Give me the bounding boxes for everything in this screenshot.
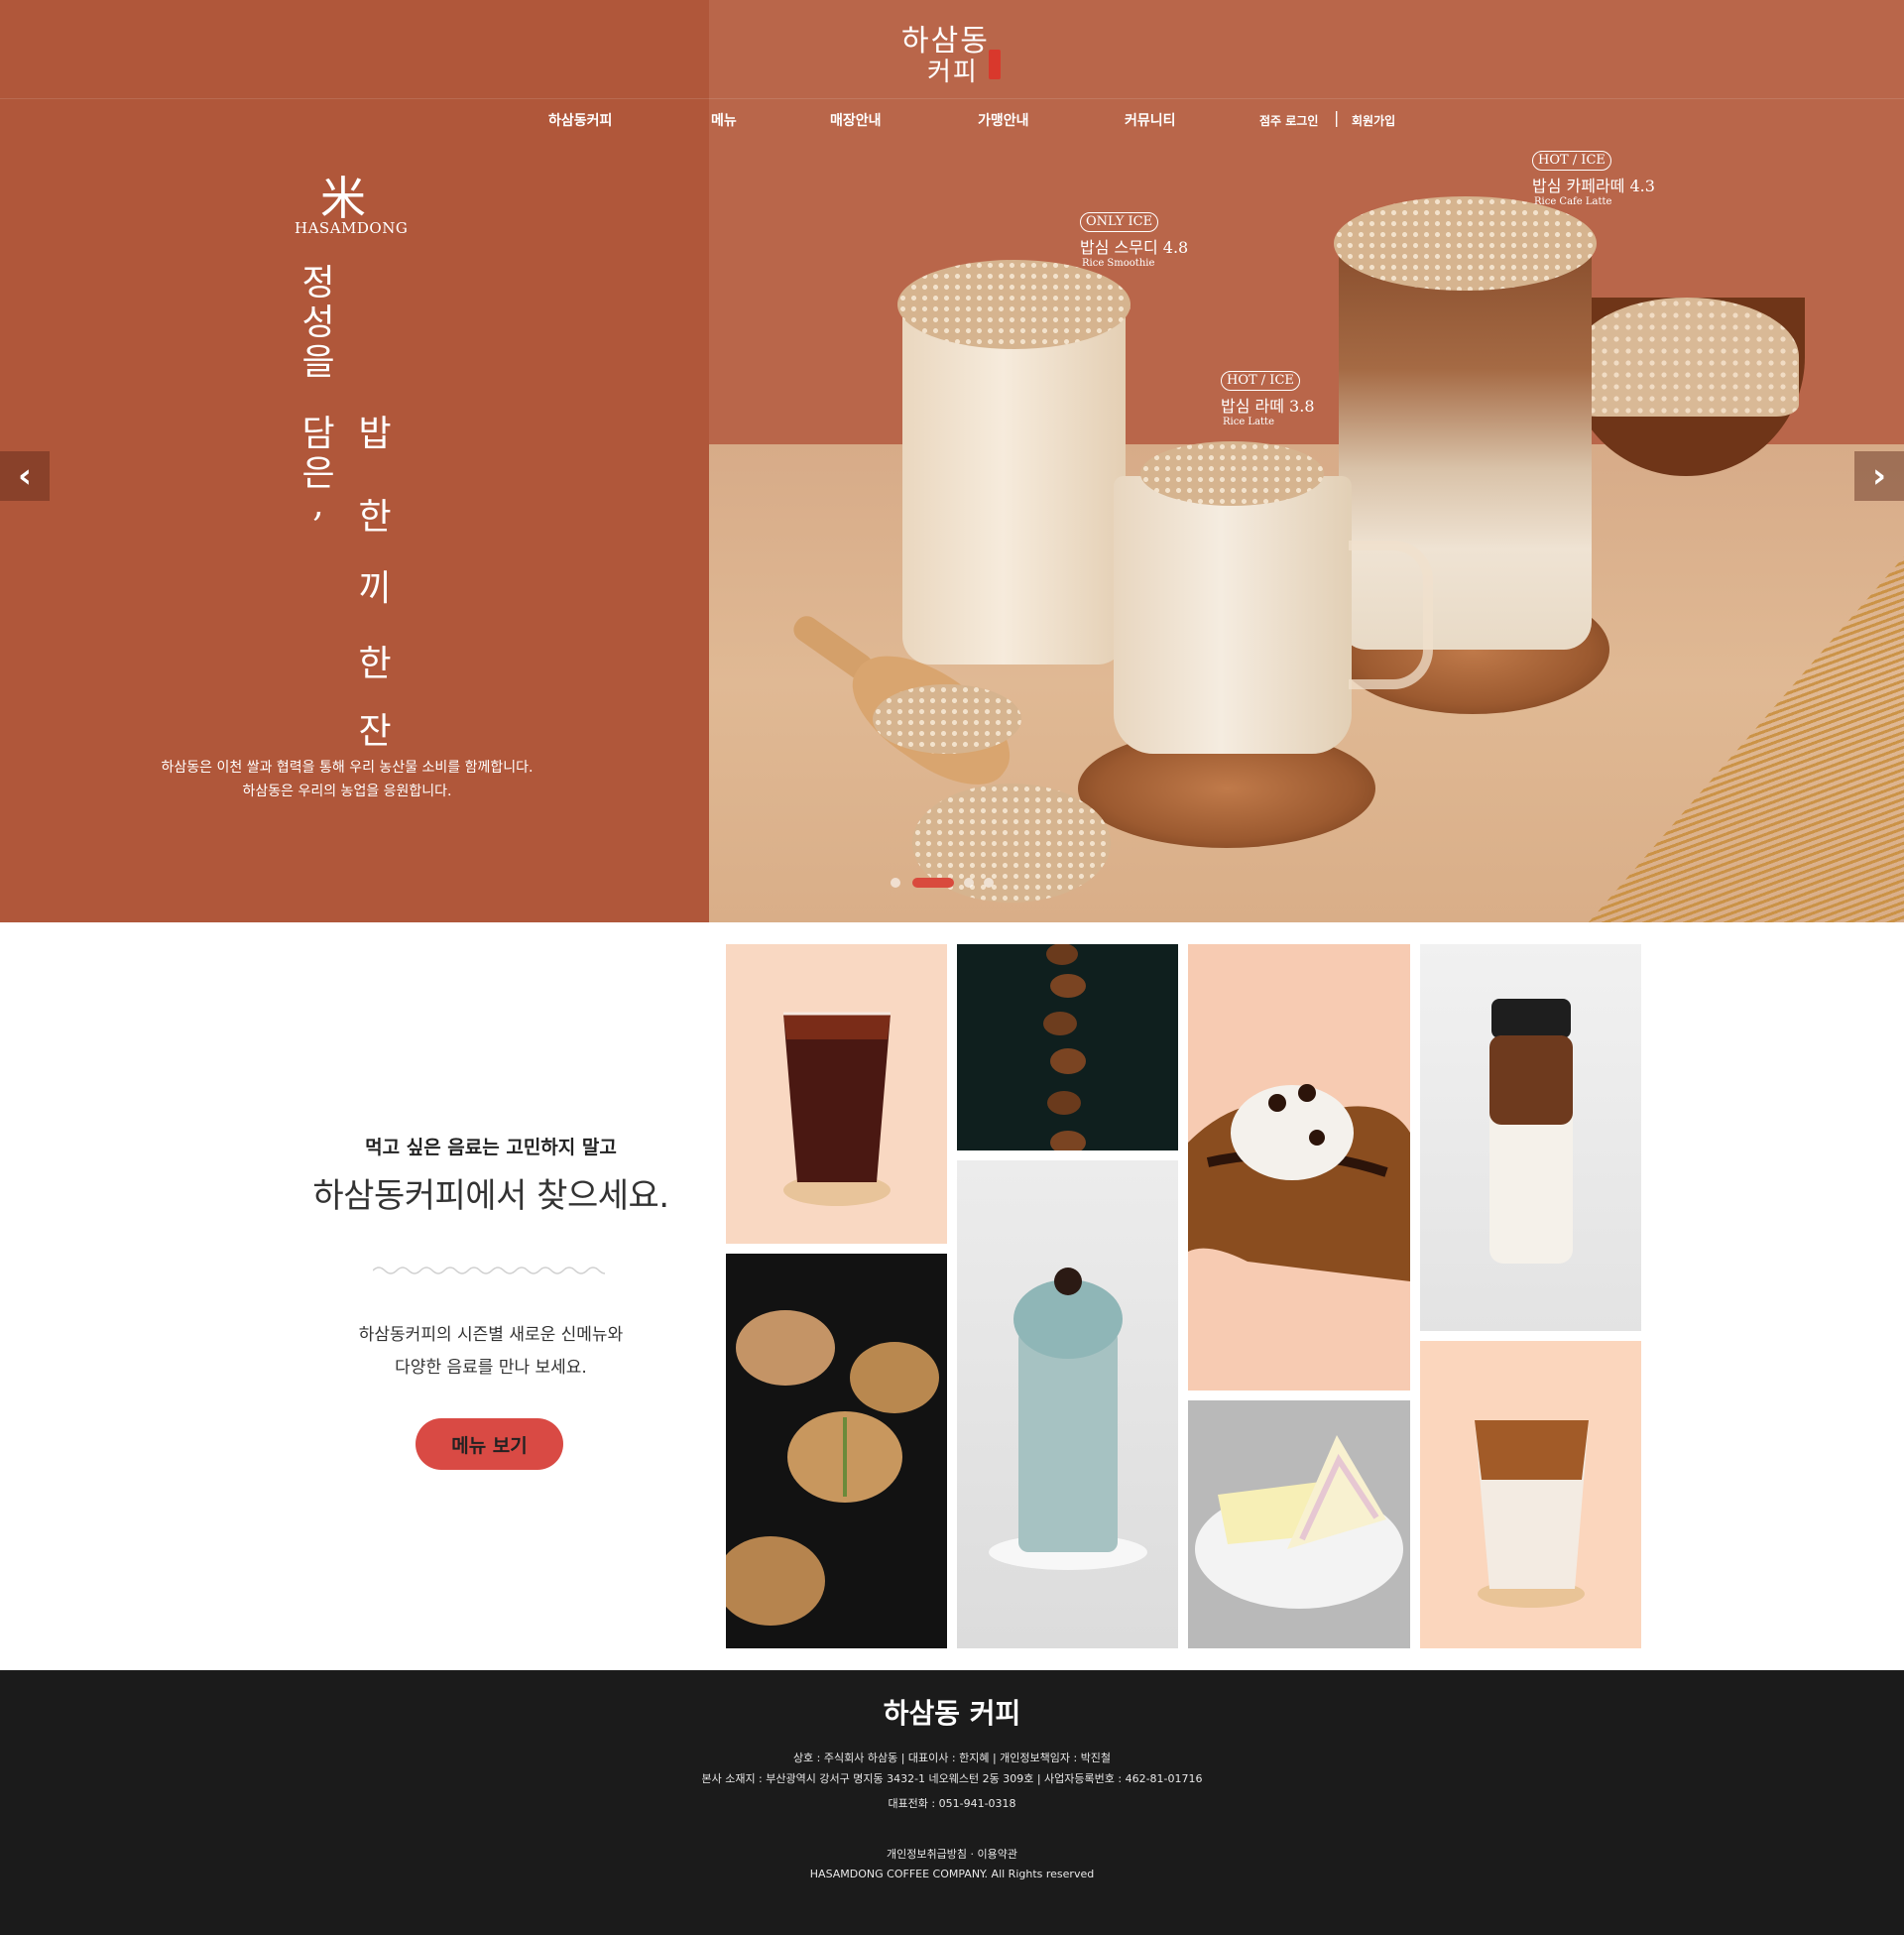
bottled-latte-illustration bbox=[1489, 999, 1573, 1264]
vertical-char: 한 bbox=[358, 644, 392, 684]
hero-brand-en: HASAMDONG bbox=[295, 219, 409, 237]
footer-company-info: 상호 : 주식회사 하삼동 | 대표이사 : 한지혜 | 개인정보책임자 : 박… bbox=[792, 1752, 1112, 1764]
rice-smoothie-cup-image bbox=[902, 307, 1126, 665]
puffed-rice-image bbox=[897, 260, 1130, 349]
slider-dot[interactable] bbox=[964, 878, 974, 888]
vertical-char: 을 bbox=[301, 342, 335, 383]
promo-subtitle: 먹고 싶은 음료는 고민하지 말고 bbox=[365, 1137, 617, 1158]
vertical-char: 한 bbox=[358, 497, 392, 538]
nav-item-community[interactable]: 커뮤니티 bbox=[1125, 110, 1176, 130]
page: 하삼동 커피 하삼동커피 메뉴 매장안내 가맹안내 커뮤니티 점주 로그인 | … bbox=[0, 0, 1904, 1935]
product-name-en: Rice Cafe Latte bbox=[1534, 196, 1612, 207]
slider-dot[interactable] bbox=[984, 878, 994, 888]
garlic-bread-photo[interactable] bbox=[726, 1254, 947, 1648]
vertical-char: 끼 bbox=[358, 568, 392, 609]
nav-item-hasamdong[interactable]: 하삼동커피 bbox=[548, 110, 612, 130]
slider-dot[interactable] bbox=[891, 878, 900, 888]
price-tag-rice-cafe-latte: HOT / ICE 밥심 카페라떼 4.3 Rice Cafe Latte bbox=[1532, 149, 1655, 207]
vertical-char: , bbox=[312, 484, 324, 525]
puffed-rice-image bbox=[1140, 441, 1324, 506]
bottled-latte-photo[interactable] bbox=[1420, 944, 1641, 1331]
rice-latte-mug-image bbox=[1114, 476, 1352, 754]
puffed-rice-image bbox=[873, 684, 1021, 754]
garlic-bread-illustration bbox=[726, 1310, 939, 1626]
mug-handle-image bbox=[1349, 541, 1433, 689]
chevron-left-icon: ‹ bbox=[17, 456, 32, 496]
nav-item-stores[interactable]: 매장안내 bbox=[830, 110, 882, 130]
chocolate-croffle-illustration bbox=[1188, 1084, 1410, 1281]
logo-text-line2: 커피 bbox=[927, 58, 979, 87]
nav-item-franchise[interactable]: 가맹안내 bbox=[978, 110, 1029, 130]
hero-desc-line2: 하삼동은 우리의 농업을 응원합니다. bbox=[242, 784, 452, 799]
mint-frappe-photo[interactable] bbox=[957, 1160, 1178, 1648]
owner-login-link[interactable]: 점주 로그인 bbox=[1259, 112, 1318, 129]
temperature-badge: HOT / ICE bbox=[1221, 371, 1300, 391]
wave-divider bbox=[373, 1267, 605, 1274]
product-name-price: 밥심 카페라떼 4.3 bbox=[1532, 177, 1655, 195]
main-nav: 하삼동커피 메뉴 매장안내 가맹안내 커뮤니티 점주 로그인 | 회원가입 bbox=[0, 108, 1904, 132]
footer-address: 본사 소재지 : 부산광역시 강서구 명지동 3432-1 네오웨스턴 2동 3… bbox=[701, 1772, 1203, 1785]
footer-policy-links[interactable]: 개인정보취급방침 · 이용약관 bbox=[0, 1846, 1904, 1862]
slider-dot-active[interactable] bbox=[912, 878, 954, 888]
product-name-en: Rice Smoothie bbox=[1082, 258, 1155, 269]
promo-desc-line2: 다양한 음료를 만나 보세요. bbox=[395, 1358, 587, 1378]
temperature-badge: HOT / ICE bbox=[1532, 151, 1611, 171]
footer-copyright: HASAMDONG COFFEE COMPANY. All Rights res… bbox=[809, 1868, 1095, 1880]
chocolate-croffle-photo[interactable] bbox=[1188, 944, 1410, 1391]
nav-item-menu[interactable]: 메뉴 bbox=[711, 110, 737, 130]
signup-link[interactable]: 회원가입 bbox=[1352, 112, 1395, 129]
vertical-char: 밥 bbox=[358, 414, 392, 454]
sandwich-illustration bbox=[1195, 1435, 1403, 1609]
hero-description: 하삼동은 이천 쌀과 협력을 통해 우리 농산물 소비를 함께합니다. 하삼동은… bbox=[129, 756, 565, 803]
logo-stamp-icon bbox=[989, 50, 1001, 79]
header-divider bbox=[0, 98, 1904, 99]
coffee-beans-illustration bbox=[1043, 944, 1086, 1150]
puffed-rice-image bbox=[1575, 298, 1799, 417]
promo-desc-line1: 하삼동커피의 시즌별 새로운 신메뉴와 bbox=[358, 1325, 624, 1345]
hero-vertical-text-left: 정 성 을 담 은 , bbox=[297, 254, 340, 750]
view-menu-button[interactable]: 메뉴 보기 bbox=[416, 1418, 563, 1470]
price-tag-rice-latte: HOT / ICE 밥심 라떼 3.8 Rice Latte bbox=[1221, 369, 1315, 427]
promo-title: 하삼동커피에서 찾으세요. bbox=[312, 1176, 669, 1216]
hero-desc-line1: 하삼동은 이천 쌀과 협력을 통해 우리 농산물 소비를 함께합니다. bbox=[161, 760, 534, 776]
sandwich-photo[interactable] bbox=[1188, 1400, 1410, 1648]
puffed-rice-image bbox=[1334, 196, 1597, 291]
hero-slider: 하삼동 커피 하삼동커피 메뉴 매장안내 가맹안내 커뮤니티 점주 로그인 | … bbox=[0, 0, 1904, 922]
iced-latte-illustration bbox=[1475, 1420, 1589, 1608]
iced-latte-photo[interactable] bbox=[1420, 1341, 1641, 1648]
product-name-price: 밥심 스무디 4.8 bbox=[1080, 238, 1189, 257]
mint-frappe-illustration bbox=[989, 1268, 1147, 1570]
footer-phone: 대표전화 : 051-941-0318 bbox=[888, 1797, 1016, 1810]
slider-next-button[interactable]: › bbox=[1854, 451, 1904, 501]
brand-logo[interactable]: 하삼동 커피 bbox=[897, 14, 1007, 87]
slider-prev-button[interactable]: ‹ bbox=[0, 451, 50, 501]
site-footer: 하삼동 커피 상호 : 주식회사 하삼동 | 대표이사 : 한지혜 | 개인정보… bbox=[0, 1670, 1904, 1935]
vertical-char: 잔 bbox=[358, 711, 392, 752]
coffee-beans-photo[interactable] bbox=[957, 944, 1178, 1150]
product-name-en: Rice Latte bbox=[1223, 417, 1274, 427]
iced-americano-photo[interactable] bbox=[726, 944, 947, 1244]
temperature-badge: ONLY ICE bbox=[1080, 212, 1159, 232]
iced-americano-illustration bbox=[783, 1012, 891, 1206]
product-name-price: 밥심 라떼 3.8 bbox=[1221, 397, 1315, 416]
nav-separator: | bbox=[1334, 108, 1340, 127]
chevron-right-icon: › bbox=[1871, 456, 1886, 496]
hero-vertical-text-right: 밥 한 끼 한 잔 bbox=[353, 405, 397, 762]
promo-description: 하삼동커피의 시즌별 새로운 신메뉴와 다양한 음료를 만나 보세요. bbox=[298, 1319, 684, 1385]
footer-title: 하삼동 커피 bbox=[883, 1697, 1021, 1730]
price-tag-rice-smoothie: ONLY ICE 밥심 스무디 4.8 Rice Smoothie bbox=[1080, 210, 1188, 269]
